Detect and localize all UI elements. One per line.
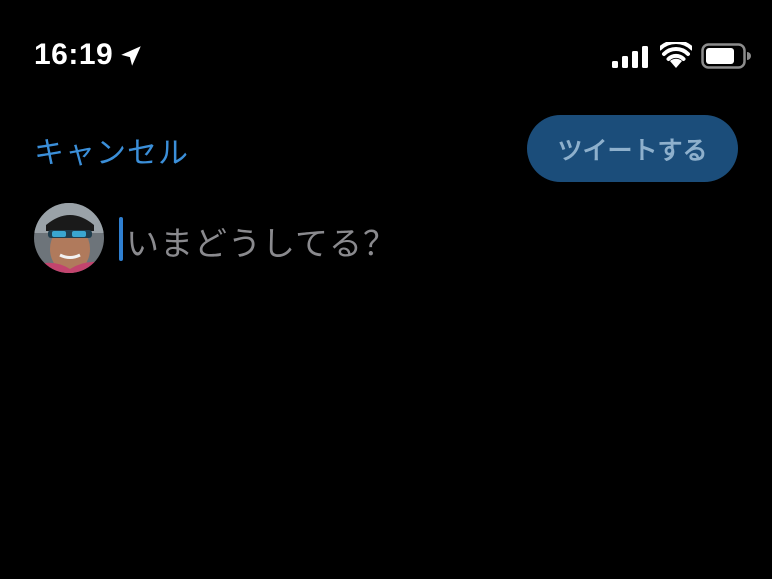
status-time: 16:19 — [34, 38, 114, 71]
tweet-button[interactable]: ツイートする — [527, 115, 738, 182]
avatar-photo — [34, 203, 104, 273]
location-arrow-icon — [121, 46, 141, 66]
compose-input[interactable]: いまどうしてる？ — [119, 213, 739, 263]
status-bar: 16:19 — [0, 0, 772, 110]
text-cursor — [119, 217, 123, 261]
wifi-icon — [660, 42, 692, 68]
compose-placeholder: いまどうしてる？ — [126, 224, 398, 263]
avatar[interactable] — [34, 203, 104, 273]
cellular-signal-icon — [612, 46, 648, 68]
battery-icon — [701, 43, 751, 69]
cancel-button[interactable]: キャンセル — [34, 128, 189, 172]
